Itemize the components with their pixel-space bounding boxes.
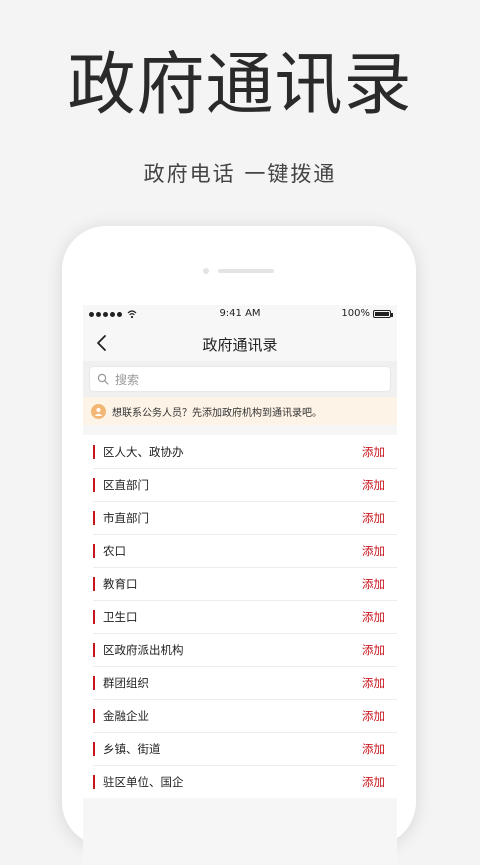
battery-icon xyxy=(373,309,393,318)
list-item: 区直部门 添加 xyxy=(83,468,397,501)
list-item: 教育口 添加 xyxy=(83,567,397,600)
list-item: 驻区单位、国企 添加 xyxy=(83,765,397,798)
add-button[interactable]: 添加 xyxy=(362,675,385,691)
battery-status: 100% xyxy=(341,308,393,319)
item-marker xyxy=(93,708,95,723)
search-input[interactable] xyxy=(113,366,387,394)
phone-frame: 9:41 AM 100% 政府通讯录 搜索 想联系公务人员？先添加政府机构到通讯… xyxy=(62,226,416,865)
notice-banner: 想联系公务人员？先添加政府机构到通讯录吧。 xyxy=(83,397,397,425)
item-label: 金融企业 xyxy=(103,708,149,723)
phone-speaker xyxy=(218,269,274,273)
add-button[interactable]: 添加 xyxy=(362,576,385,592)
item-label: 群团组织 xyxy=(103,675,149,690)
nav-bar: 政府通讯录 xyxy=(83,325,397,361)
list-item: 群团组织 添加 xyxy=(83,666,397,699)
item-marker xyxy=(93,675,95,690)
hero-title: 政府通讯录 xyxy=(67,46,413,125)
agency-list: 区人大、政协办 添加 区直部门 添加 市直部门 添加 农口 添加 教育口 添加 … xyxy=(83,435,397,798)
phone-camera xyxy=(203,268,209,274)
list-item: 乡镇、街道 添加 xyxy=(83,732,397,765)
add-button[interactable]: 添加 xyxy=(362,609,385,625)
item-label: 区人大、政协办 xyxy=(103,444,184,459)
item-label: 区直部门 xyxy=(103,477,149,492)
item-label: 卫生口 xyxy=(103,609,138,624)
list-item: 市直部门 添加 xyxy=(83,501,397,534)
add-button[interactable]: 添加 xyxy=(362,741,385,757)
nav-title: 政府通讯录 xyxy=(202,336,278,354)
add-button[interactable]: 添加 xyxy=(362,642,385,658)
list-item: 区政府派出机构 添加 xyxy=(83,633,397,666)
item-marker xyxy=(93,477,95,492)
list-item: 卫生口 添加 xyxy=(83,600,397,633)
item-marker xyxy=(93,642,95,657)
item-marker xyxy=(93,609,95,624)
search-icon xyxy=(97,373,109,385)
item-marker xyxy=(93,741,95,756)
search-box[interactable] xyxy=(89,366,391,394)
person-icon xyxy=(91,403,106,419)
item-label: 驻区单位、国企 xyxy=(103,774,184,789)
notice-text: 想联系公务人员？先添加政府机构到通讯录吧。 xyxy=(112,407,322,419)
item-label: 乡镇、街道 xyxy=(103,741,161,756)
search-bar xyxy=(83,361,397,397)
add-button[interactable]: 添加 xyxy=(362,708,385,724)
item-marker xyxy=(93,576,95,591)
add-button[interactable]: 添加 xyxy=(362,774,385,790)
item-label: 农口 xyxy=(103,543,126,558)
item-marker xyxy=(93,543,95,558)
add-button[interactable]: 添加 xyxy=(362,543,385,559)
list-item: 农口 添加 xyxy=(83,534,397,567)
item-label: 教育口 xyxy=(103,576,138,591)
add-button[interactable]: 添加 xyxy=(362,444,385,460)
battery-percent: 100% xyxy=(341,308,370,319)
list-item: 金融企业 添加 xyxy=(83,699,397,732)
status-bar: 9:41 AM 100% xyxy=(83,305,397,325)
phone-screen: 9:41 AM 100% 政府通讯录 搜索 想联系公务人员？先添加政府机构到通讯… xyxy=(83,305,397,865)
add-button[interactable]: 添加 xyxy=(362,510,385,526)
hero-subtitle: 政府电话 一键拨通 xyxy=(143,162,337,186)
item-marker xyxy=(93,774,95,789)
item-label: 区政府派出机构 xyxy=(103,642,184,657)
item-marker xyxy=(93,510,95,525)
item-label: 市直部门 xyxy=(103,510,149,525)
item-marker xyxy=(93,444,95,459)
add-button[interactable]: 添加 xyxy=(362,477,385,493)
list-item: 区人大、政协办 添加 xyxy=(83,435,397,468)
